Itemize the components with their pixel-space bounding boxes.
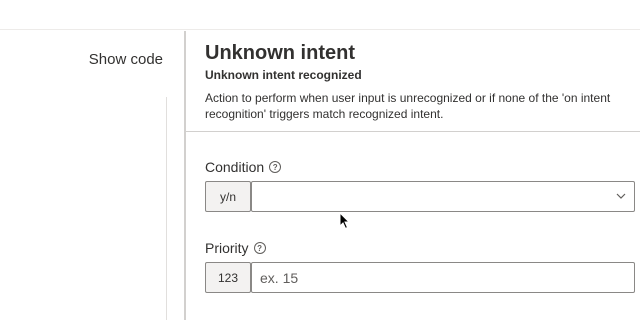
help-icon[interactable]: ? (253, 242, 266, 254)
chevron-down-icon (616, 193, 626, 199)
priority-label-text: Priority (205, 240, 249, 256)
header-divider (186, 131, 640, 132)
condition-label: Condition ? (205, 159, 282, 175)
priority-label: Priority ? (205, 240, 266, 256)
priority-input[interactable]: ex. 15 (251, 262, 635, 293)
priority-type-chip[interactable]: 123 (205, 262, 251, 293)
show-code-link[interactable]: Show code (89, 51, 163, 68)
left-column: Show code (0, 31, 184, 320)
top-bar (0, 0, 640, 30)
tree-guide-line (166, 97, 167, 320)
panel-title: Unknown intent (205, 42, 355, 64)
panel-description: Action to perform when user input is unr… (205, 91, 611, 121)
mouse-pointer-icon (339, 212, 351, 230)
condition-label-text: Condition (205, 159, 265, 175)
help-icon[interactable]: ? (269, 161, 282, 173)
priority-placeholder: ex. 15 (260, 269, 299, 286)
panel-subtitle: Unknown intent recognized (205, 68, 362, 82)
properties-panel: Unknown intent Unknown intent recognized… (186, 31, 640, 320)
condition-dropdown[interactable] (251, 181, 635, 212)
condition-type-chip[interactable]: y/n (205, 181, 251, 212)
